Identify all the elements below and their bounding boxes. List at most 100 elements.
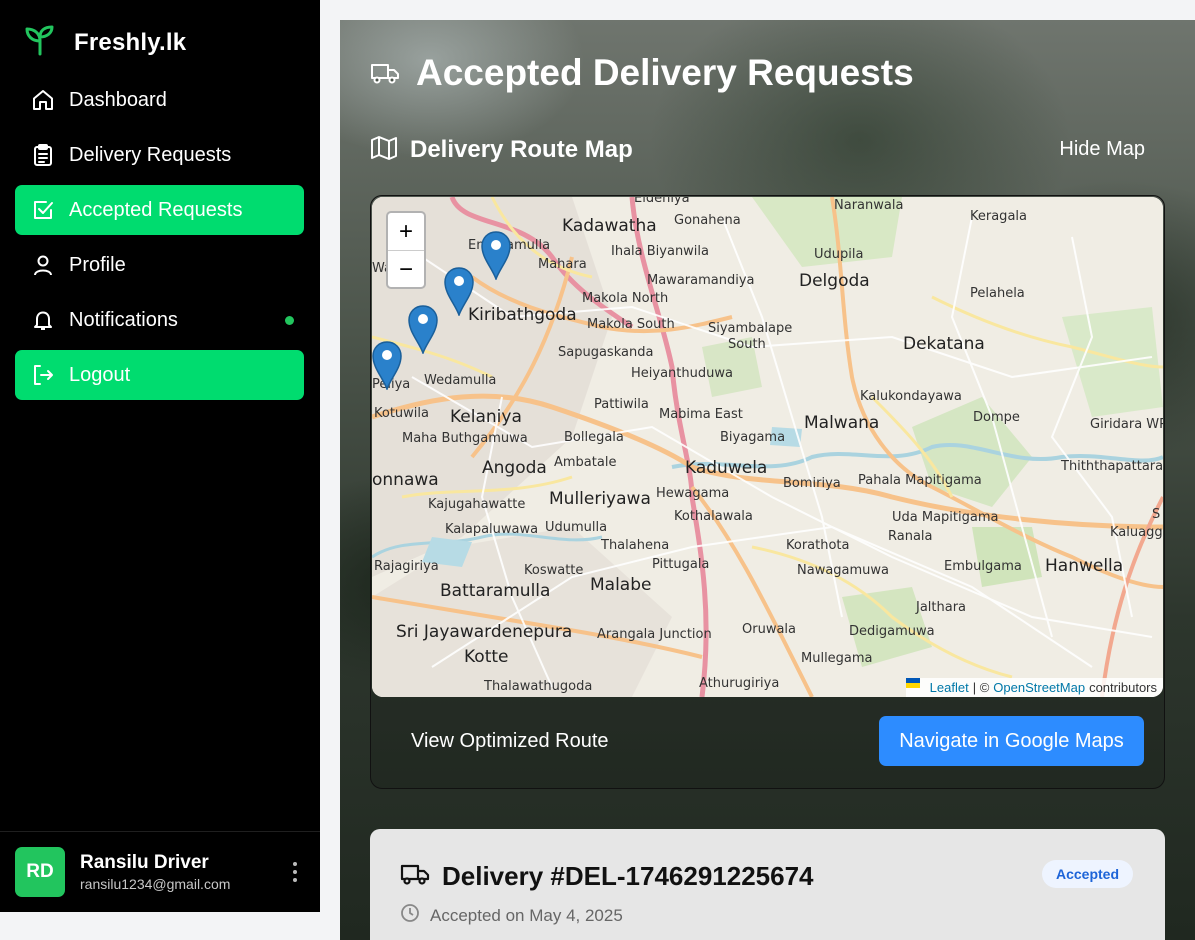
map-label: Eldeniya [634, 197, 690, 206]
user-name: Ransilu Driver [80, 852, 209, 873]
map-label: Arangala Junction [597, 627, 712, 642]
map-label: Kadawatha [562, 216, 657, 236]
map-label: Bollegala [564, 430, 624, 445]
map-label: Malabe [590, 575, 652, 595]
zoom-out-button[interactable]: − [388, 251, 424, 287]
map-attribution: Leaflet | © OpenStreetMap contributors [905, 678, 1163, 697]
map-label: Hanwella [1045, 556, 1124, 576]
attribution-separator: | © [972, 680, 990, 695]
location-marker-icon[interactable] [407, 304, 439, 354]
location-marker-icon[interactable] [443, 266, 475, 316]
map-label: Gonahena [674, 213, 741, 228]
map-label: Battaramulla [440, 581, 551, 601]
status-badge: Accepted [1041, 860, 1133, 888]
map-label: Mahara [538, 257, 587, 272]
avatar[interactable]: RD [15, 847, 65, 897]
ukraine-flag-icon [905, 678, 926, 693]
map-label: Mulleriyawa [549, 489, 651, 509]
map-actions: View Optimized Route Navigate in Google … [371, 716, 1164, 768]
check-square-icon [31, 198, 55, 222]
map-label: Udumulla [545, 520, 608, 535]
more-options-icon[interactable] [292, 862, 298, 882]
map-label: Sri Jayawardenepura [396, 622, 573, 642]
logout-icon [31, 363, 55, 387]
truck-icon [370, 52, 400, 94]
map-label: Ihala Biyanwila [611, 244, 710, 259]
map-label: Athurugiriya [699, 676, 780, 691]
sidebar-item-label: Delivery Requests [69, 143, 232, 166]
brand[interactable]: Freshly.lk [24, 24, 186, 61]
zoom-in-button[interactable]: + [388, 213, 424, 251]
map-label: Ranala [888, 529, 933, 544]
view-optimized-route-button[interactable]: View Optimized Route [411, 730, 609, 753]
map-label: Malwana [804, 413, 880, 433]
map-label: Kalapaluwawa [445, 522, 539, 537]
page-title-text: Accepted Delivery Requests [416, 52, 914, 93]
map-label: Makola South [587, 317, 675, 332]
map-label: S [1152, 507, 1161, 522]
map-label: Kothalawala [674, 509, 753, 524]
map-label: Sapugaskanda [558, 345, 654, 360]
map-label: Kajugahawatte [428, 497, 526, 512]
navigate-google-maps-button[interactable]: Navigate in Google Maps [879, 716, 1144, 766]
sidebar-item-label: Logout [69, 363, 131, 386]
delivery-id: Delivery #DEL-1746291225674 [442, 861, 814, 891]
map-label: Thiththapattara [1061, 459, 1163, 474]
map-label: Mawaramandiya [647, 273, 755, 288]
brand-name: Freshly.lk [74, 28, 187, 56]
main-content: Accepted Delivery Requests Delivery Rout… [340, 20, 1195, 940]
delivery-header: Delivery #DEL-1746291225674 [400, 861, 814, 892]
map-label: Jalthara [916, 600, 967, 615]
map-label: Wedamulla [424, 373, 497, 388]
sidebar-item-dashboard[interactable]: Dashboard [15, 75, 304, 125]
sprout-icon [24, 24, 56, 61]
map-label: Bomiriya [783, 476, 841, 491]
map-label: Dekatana [903, 334, 985, 354]
map-label: Maha Buthgamuwa [402, 431, 528, 446]
map-section-title: Delivery Route Map [410, 136, 633, 163]
route-map[interactable]: Eldeniya Kadawatha Gonahena Naranwala Ke… [372, 197, 1163, 697]
map-section-header: Delivery Route Map Hide Map [370, 135, 1145, 165]
user-email: ransilu1234@gmail.com [80, 876, 231, 892]
map-label: Ambatale [554, 455, 617, 470]
sidebar-item-label: Profile [69, 253, 126, 276]
page-title: Accepted Delivery Requests [370, 52, 914, 94]
map-label: Kaduwela [685, 458, 768, 478]
map-label: Thalahena [601, 538, 670, 553]
clock-icon [400, 903, 420, 928]
map-label: Dompe [973, 410, 1020, 425]
map-label: Keragala [970, 209, 1027, 224]
map-label: Koswatte [524, 563, 584, 578]
delivery-card[interactable]: Delivery #DEL-1746291225674 Accepted Acc… [370, 829, 1165, 940]
map-card: Eldeniya Kadawatha Gonahena Naranwala Ke… [370, 195, 1165, 789]
map-label: Kelaniya [450, 407, 522, 427]
sidebar-item-profile[interactable]: Profile [15, 240, 304, 290]
map-label: Pelahela [970, 286, 1025, 301]
location-marker-icon[interactable] [372, 340, 403, 390]
map-label: onnawa [372, 470, 439, 490]
map-label: Nawagamuwa [797, 563, 890, 578]
sidebar-item-delivery-requests[interactable]: Delivery Requests [15, 130, 304, 180]
location-marker-icon[interactable] [480, 230, 512, 280]
map-label: Giridara WP [1090, 417, 1163, 432]
map-label: South [728, 337, 766, 352]
user-icon [31, 253, 55, 277]
attribution-suffix: contributors [1089, 680, 1157, 695]
openstreetmap-link[interactable]: OpenStreetMap [993, 680, 1085, 695]
map-label: Kiribathgoda [468, 305, 577, 325]
map-label: Pahala Mapitigama [858, 473, 982, 488]
map-label: Uda Mapitigama [892, 510, 999, 525]
sidebar-item-accepted-requests[interactable]: Accepted Requests [15, 185, 304, 235]
map-label: Kotuwila [374, 406, 429, 421]
logout-button[interactable]: Logout [15, 350, 304, 400]
sidebar-item-label: Dashboard [69, 88, 167, 111]
home-icon [31, 88, 55, 112]
map-label: Kalukondayawa [860, 389, 962, 404]
truck-icon [400, 862, 430, 891]
map-label: Naranwala [834, 198, 904, 213]
sidebar: Freshly.lk Dashboard Delivery Requests A… [0, 0, 320, 912]
sidebar-item-notifications[interactable]: Notifications [15, 295, 304, 345]
leaflet-link[interactable]: Leaflet [930, 680, 969, 695]
hide-map-button[interactable]: Hide Map [1059, 138, 1145, 161]
sidebar-item-label: Notifications [69, 308, 178, 331]
